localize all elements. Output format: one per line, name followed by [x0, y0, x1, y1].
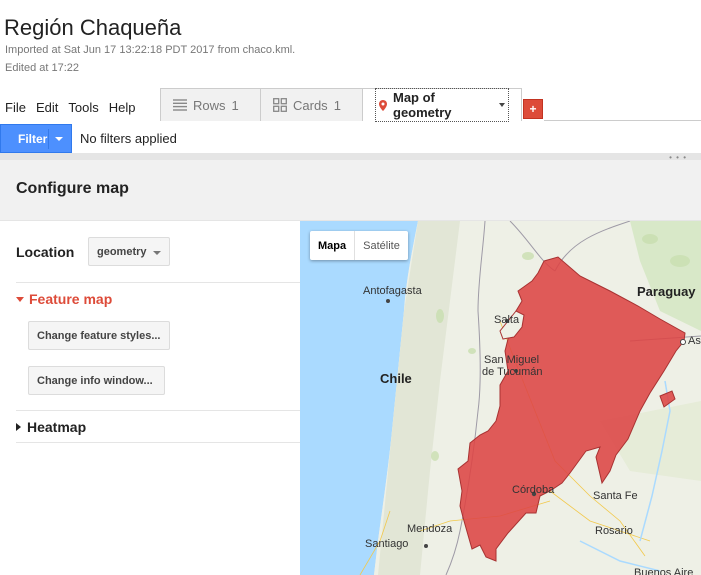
filter-button-label: Filter	[18, 131, 48, 146]
map-config-panel: Location geometry Feature map Change fea…	[0, 221, 300, 575]
chevron-down-icon	[55, 137, 63, 141]
feature-map-section-toggle[interactable]: Feature map	[16, 291, 112, 307]
map-label-paraguay: Paraguay	[637, 284, 696, 299]
caret-right-icon	[16, 423, 21, 431]
map-canvas[interactable]: Mapa Satélite Antofagasta Salta San Migu…	[300, 221, 701, 575]
menu-file[interactable]: File	[0, 96, 31, 118]
map-label-rosario: Rosario	[595, 525, 633, 537]
map-type-control: Mapa Satélite	[310, 231, 408, 260]
caret-down-icon	[16, 296, 24, 302]
location-select[interactable]: geometry	[88, 237, 170, 266]
view-tabs: Rows 1 Cards 1 Map of geometry	[160, 88, 522, 122]
feature-map-label: Feature map	[29, 291, 113, 307]
tab-map-focus: Map of geometry	[375, 88, 509, 122]
chevron-down-icon	[499, 103, 505, 107]
map-base	[300, 221, 701, 575]
tab-map-of-geometry[interactable]: Map of geometry	[362, 88, 522, 122]
map-type-mapa[interactable]: Mapa	[310, 231, 354, 260]
change-feature-styles-button[interactable]: Change feature styles...	[28, 321, 170, 350]
divider	[16, 442, 300, 443]
chevron-down-icon	[153, 251, 161, 255]
map-label-tucuman: de Tucumán	[482, 366, 543, 378]
document-title: Región Chaqueña	[4, 15, 182, 40]
import-info: Imported at Sat Jun 17 13:22:18 PDT 2017…	[5, 44, 296, 56]
tab-map-label: Map of geometry	[393, 90, 452, 120]
map-label-santiago: Santiago	[365, 538, 409, 550]
document-header: Región Chaqueña Imported at Sat Jun 17 1…	[0, 0, 701, 92]
menu-bar: File Edit Tools Help	[0, 96, 140, 118]
map-label-san-miguel: San Miguel	[484, 354, 540, 366]
edit-info: Edited at 17:22	[5, 62, 80, 74]
map-pin-icon	[379, 99, 387, 111]
menu-tools[interactable]: Tools	[63, 96, 103, 118]
configure-map-title: Configure map	[16, 180, 129, 197]
filter-status: No filters applied	[80, 131, 177, 146]
map-label-antofagasta: Antofagasta	[363, 285, 422, 297]
tab-rows[interactable]: Rows 1	[160, 88, 261, 121]
map-label-salta: Salta	[494, 314, 520, 326]
location-label: Location	[16, 244, 75, 260]
map-label-chile: Chile	[380, 371, 412, 386]
filter-button[interactable]: Filter	[0, 124, 72, 153]
add-tab-button[interactable]: +	[523, 99, 543, 119]
tab-baseline	[544, 120, 701, 121]
tab-cards[interactable]: Cards 1	[260, 88, 363, 121]
map-label-asuncion: As	[688, 335, 701, 347]
divider	[16, 282, 300, 283]
filter-bar: Filter No filters applied	[0, 124, 701, 154]
map-type-satelite[interactable]: Satélite	[354, 231, 408, 260]
rows-icon	[173, 99, 187, 111]
change-info-window-button[interactable]: Change info window...	[28, 366, 165, 395]
location-select-value: geometry	[97, 245, 147, 258]
map-label-santa-fe: Santa Fe	[593, 490, 638, 502]
map-label-buenos-aires: Buenos Aire	[634, 567, 694, 575]
menu-help[interactable]: Help	[104, 96, 141, 118]
cards-icon	[273, 98, 287, 112]
tab-rows-count: 1	[231, 97, 239, 113]
resize-divider[interactable]: • • •	[0, 153, 701, 162]
tab-rows-label: Rows	[193, 97, 226, 113]
filter-button-separator	[48, 129, 49, 149]
map-label-mendoza: Mendoza	[407, 523, 453, 535]
tab-cards-label: Cards	[293, 97, 328, 113]
heatmap-label: Heatmap	[27, 419, 87, 435]
tab-cards-count: 1	[333, 97, 341, 113]
heatmap-section-toggle[interactable]: Heatmap	[16, 419, 86, 435]
configure-map-header: Configure map	[0, 160, 701, 221]
menu-edit[interactable]: Edit	[31, 96, 63, 118]
divider	[16, 410, 300, 411]
map-label-cordoba: Córdoba	[512, 484, 555, 496]
